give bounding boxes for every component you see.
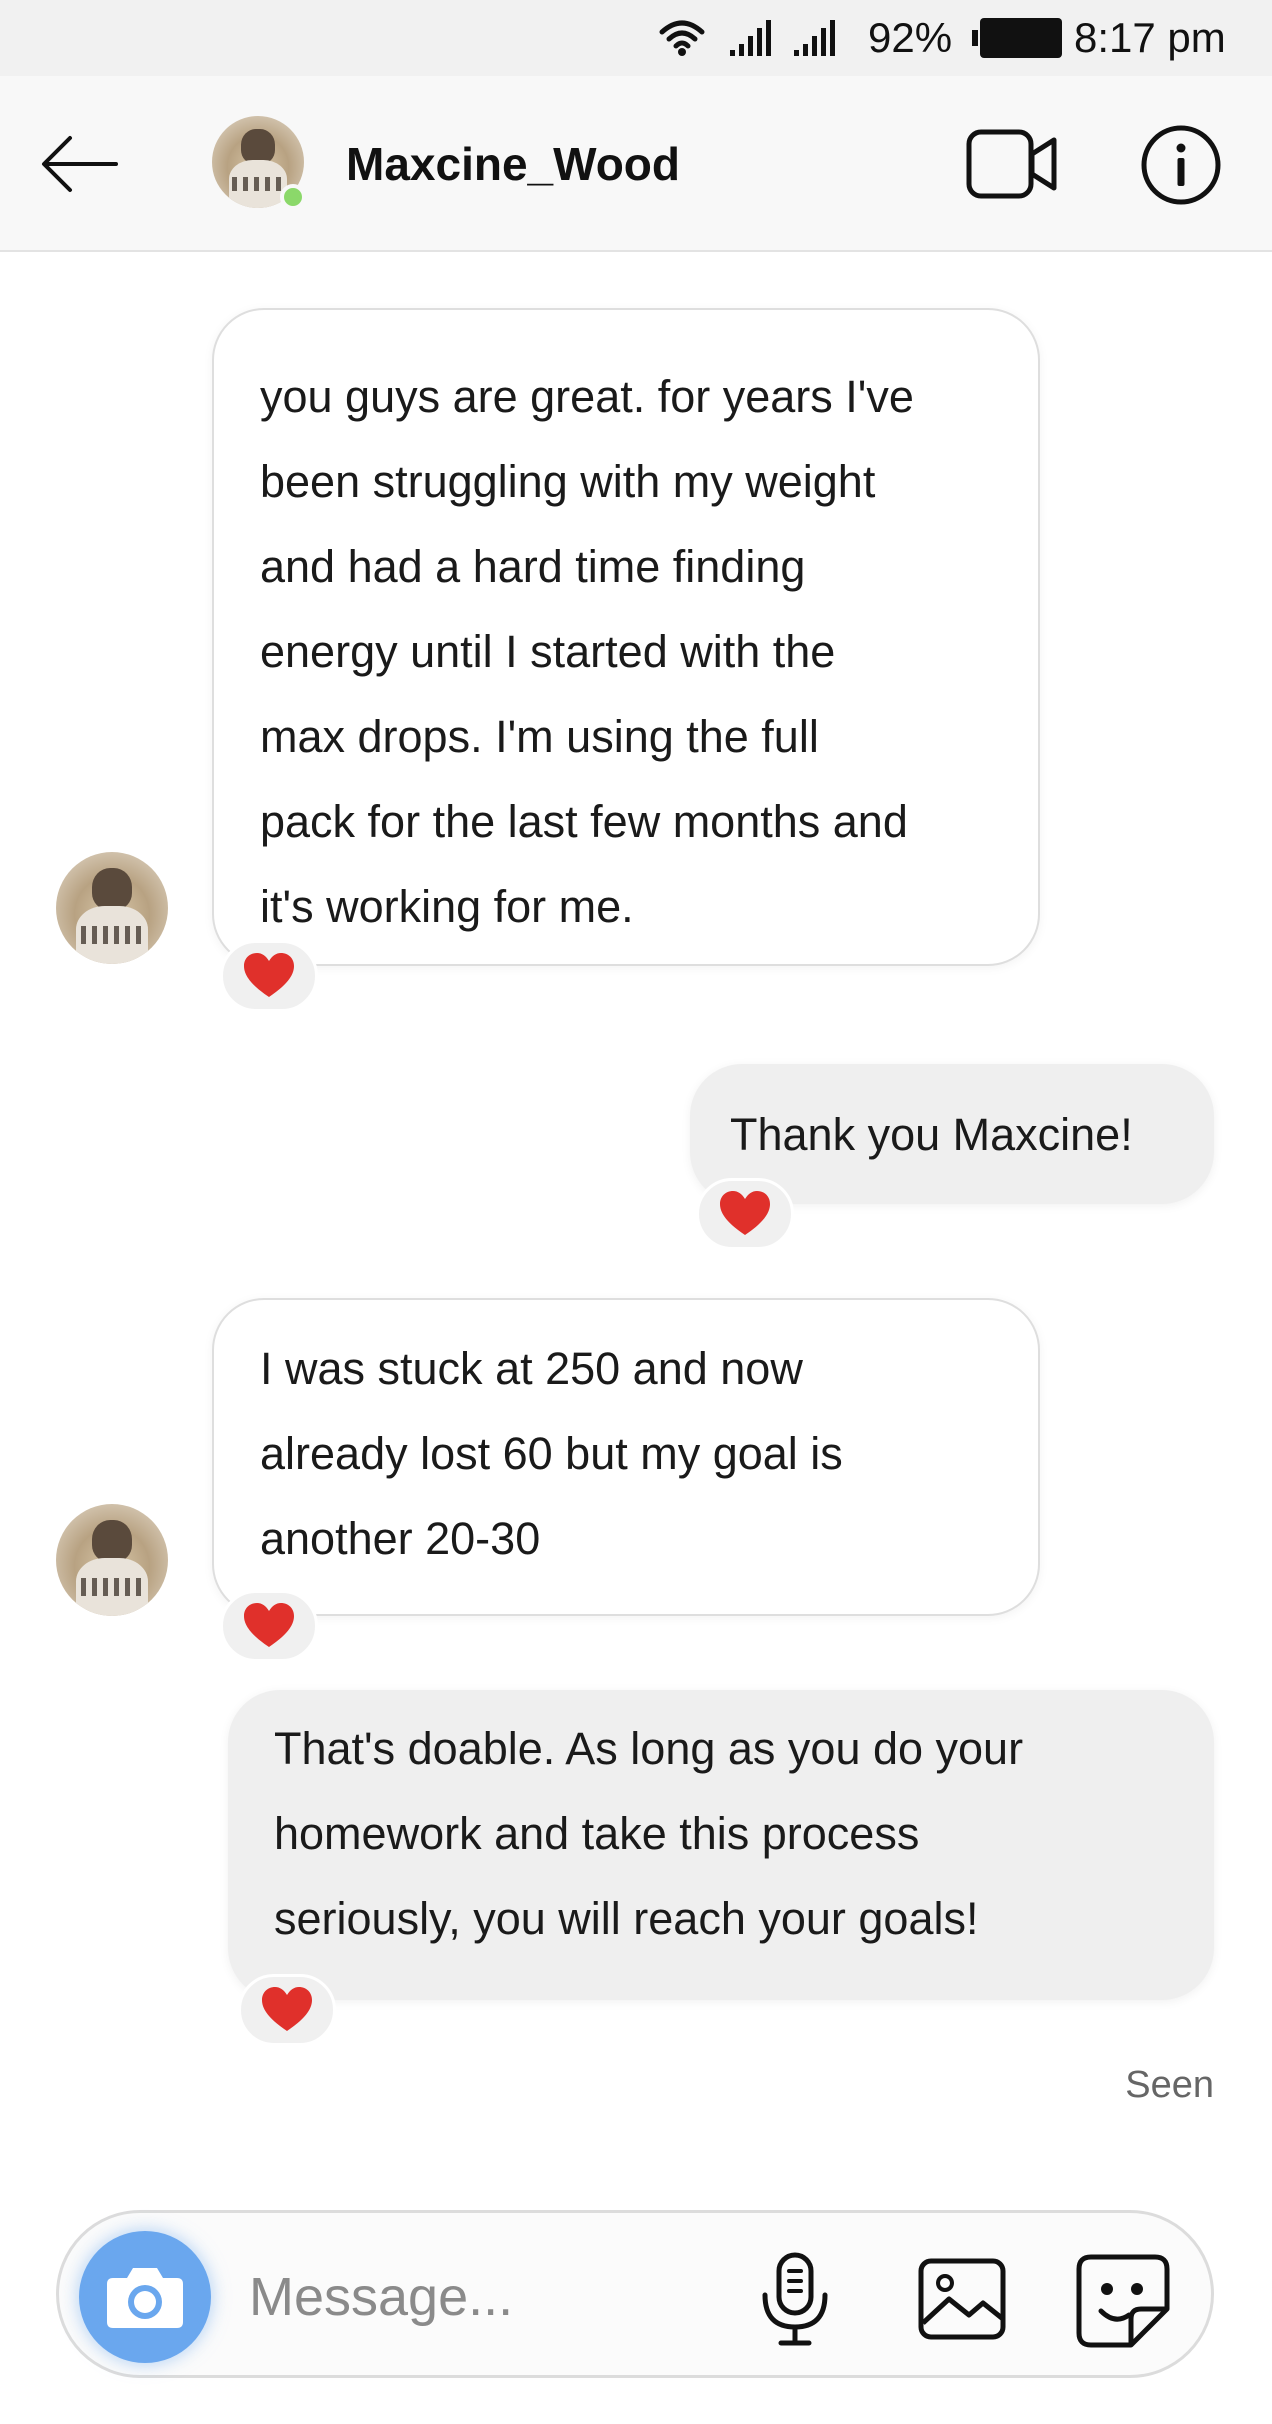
heart-reaction[interactable] [696, 1178, 794, 1250]
sender-avatar[interactable] [56, 852, 168, 964]
heart-reaction[interactable] [220, 940, 318, 1012]
gallery-icon[interactable] [917, 2257, 1007, 2341]
message-line: Thank you Maxcine! [730, 1109, 1133, 1160]
heart-icon [262, 1987, 312, 2031]
message-line: you guys are great. for years I've [260, 371, 914, 422]
chat-header: Maxcine_Wood [0, 76, 1272, 252]
video-call-icon[interactable] [966, 128, 1058, 200]
signal-icon [792, 0, 838, 76]
message-input[interactable] [249, 2255, 729, 2339]
message-line: homework and take this process [274, 1808, 920, 1859]
message-composer [56, 2210, 1214, 2378]
status-bar: 92% 8:17 pm [0, 0, 1272, 76]
outgoing-message[interactable]: That's doable. As long as you do your ho… [228, 1690, 1214, 2000]
message-line: I was stuck at 250 and now [260, 1343, 803, 1394]
message-line: been struggling with my weight [260, 456, 876, 507]
seen-indicator: Seen [1125, 2064, 1214, 2106]
online-status-dot [280, 184, 306, 210]
wifi-icon [658, 0, 706, 76]
back-arrow-icon[interactable] [40, 132, 120, 196]
signal-icon [728, 0, 774, 76]
message-line: already lost 60 but my goal is [260, 1428, 843, 1479]
message-line: That's doable. As long as you do your [274, 1723, 1024, 1774]
message-line: and had a hard time finding [260, 541, 806, 592]
heart-icon [244, 1603, 294, 1647]
message-line: another 20-30 [260, 1513, 541, 1564]
heart-reaction[interactable] [238, 1974, 336, 2046]
contact-avatar[interactable] [212, 116, 306, 210]
clock: 8:17 pm [1074, 14, 1226, 61]
battery-icon [972, 0, 1064, 76]
camera-icon[interactable] [79, 2231, 211, 2363]
message-line: energy until I started with the [260, 626, 836, 677]
incoming-message[interactable]: you guys are great. for years I've been … [212, 308, 1040, 966]
heart-icon [720, 1191, 770, 1235]
heart-icon [244, 953, 294, 997]
message-line: max drops. I'm using the full [260, 711, 819, 762]
message-line: seriously, you will reach your goals! [274, 1893, 979, 1944]
info-icon[interactable] [1140, 124, 1222, 206]
message-line: pack for the last few months and [260, 796, 908, 847]
microphone-icon[interactable] [755, 2251, 835, 2347]
incoming-message[interactable]: I was stuck at 250 and now already lost … [212, 1298, 1040, 1616]
battery-percent: 92% [868, 14, 953, 61]
message-line: it's working for me. [260, 881, 634, 932]
heart-reaction[interactable] [220, 1590, 318, 1662]
contact-name[interactable]: Maxcine_Wood [346, 134, 680, 194]
sender-avatar[interactable] [56, 1504, 168, 1616]
sticker-icon[interactable] [1075, 2253, 1171, 2349]
